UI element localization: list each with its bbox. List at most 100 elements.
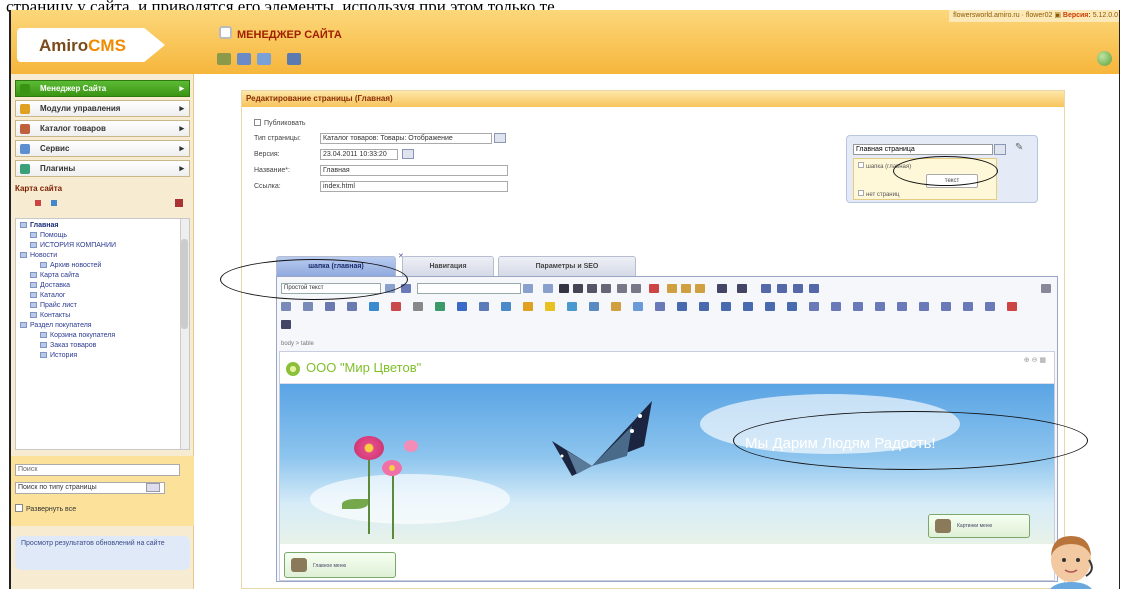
tree-item[interactable]: Раздел покупателя — [18, 321, 189, 331]
block-tools-icon[interactable]: ⊕ ⊖ ▦ — [1024, 356, 1046, 364]
tree-item[interactable]: Прайс лист — [18, 301, 189, 311]
toolbar-button-icon[interactable] — [831, 302, 841, 311]
chevron-down-icon[interactable] — [523, 284, 533, 293]
list-item[interactable]: шапка (главная) — [858, 162, 911, 170]
pages-icon[interactable] — [237, 53, 251, 65]
tree-item[interactable]: История — [18, 351, 189, 361]
tree-item[interactable]: ИСТОРИЯ КОМПАНИИ — [18, 241, 189, 251]
toolbar-button-icon[interactable] — [281, 302, 291, 311]
fullscreen-icon[interactable] — [1041, 284, 1051, 293]
users-icon[interactable] — [257, 53, 271, 65]
map-tool-icon[interactable] — [51, 200, 57, 206]
paste-word-icon[interactable] — [695, 284, 705, 293]
clean-format-icon[interactable] — [649, 284, 659, 293]
publish-option[interactable]: Публиковать — [254, 119, 306, 127]
map-tool-icon[interactable] — [175, 199, 183, 207]
chevron-down-icon[interactable] — [385, 284, 395, 293]
toolbar-button-icon[interactable] — [567, 302, 577, 311]
editor-content[interactable]: ООО "Мир Цветов" ⊕ ⊖ ▦ Мы Дарим Людям Ра… — [279, 351, 1055, 581]
tab-navigation[interactable]: Навигация — [402, 256, 494, 276]
sidebar-menu-item[interactable]: Модули управления ▸ — [15, 100, 190, 117]
paste-text-icon[interactable] — [681, 284, 691, 293]
highlight-color-icon[interactable] — [737, 284, 747, 293]
toolbar-button-icon[interactable] — [589, 302, 599, 311]
toolbar-button-icon[interactable] — [1007, 302, 1017, 311]
format-select[interactable]: Простой текст — [281, 283, 381, 294]
toolbar-button-icon[interactable] — [765, 302, 775, 311]
align-center-icon[interactable] — [777, 284, 787, 293]
toolbar-button-icon[interactable] — [611, 302, 621, 311]
font-size-select[interactable] — [417, 283, 521, 294]
list-item-checkbox[interactable] — [858, 190, 864, 196]
sidebar-menu-item[interactable]: Сервис ▸ — [15, 140, 190, 157]
globe-icon[interactable] — [1097, 51, 1112, 66]
paste-icon[interactable] — [667, 284, 677, 293]
toolbar-button-icon[interactable] — [479, 302, 489, 311]
toolbar-button-icon[interactable] — [523, 302, 533, 311]
toolbar-button-icon[interactable] — [809, 302, 819, 311]
tree-scroll-thumb[interactable] — [181, 239, 188, 329]
toolbar-button-icon[interactable] — [413, 302, 423, 311]
tree-item[interactable]: Доставка — [18, 281, 189, 291]
align-left-icon[interactable] — [761, 284, 771, 293]
toolbar-button-icon[interactable] — [919, 302, 929, 311]
tree-item[interactable]: Корзина покупателя — [18, 331, 189, 341]
tab-seo[interactable]: Параметры и SEO — [498, 256, 636, 276]
chevron-down-icon[interactable] — [994, 144, 1006, 155]
toolbar-button-icon[interactable] — [677, 302, 687, 311]
publish-checkbox[interactable] — [254, 119, 261, 126]
tree-scrollbar[interactable] — [180, 219, 189, 449]
italic-icon[interactable] — [573, 284, 583, 293]
name-field[interactable]: Главная — [320, 165, 508, 176]
tree-item[interactable]: Заказ товаров — [18, 341, 189, 351]
sidebar-menu-item[interactable]: Менеджер Сайта ▸ — [15, 80, 190, 97]
toolbar-button-icon[interactable] — [501, 302, 511, 311]
list-item-checkbox[interactable] — [858, 162, 864, 168]
tree-item[interactable]: Карта сайта — [18, 271, 189, 281]
toolbar-button-icon[interactable] — [985, 302, 995, 311]
search-scope-select[interactable]: Поиск по типу страницы — [15, 482, 165, 494]
align-justify-icon[interactable] — [809, 284, 819, 293]
version-select[interactable]: 23.04.2011 10:33:20 — [320, 149, 398, 160]
toolbar-button-icon[interactable] — [303, 302, 313, 311]
toolbar-button-icon[interactable] — [435, 302, 445, 311]
main-menu-block[interactable]: Главное меню — [284, 552, 396, 578]
toolbar-button-icon[interactable] — [633, 302, 643, 311]
sidebar-menu-item[interactable]: Каталог товаров ▸ — [15, 120, 190, 137]
toolbar-button-icon[interactable] — [457, 302, 467, 311]
site-link[interactable]: flowersworld.amiro.ru — [953, 12, 1020, 19]
chevron-down-icon[interactable] — [402, 149, 414, 159]
map-tool-icon[interactable] — [35, 200, 41, 206]
underline-icon[interactable] — [587, 284, 597, 293]
toolbar-button-icon[interactable] — [369, 302, 379, 311]
bold-icon[interactable] — [559, 284, 569, 293]
sidebar-note[interactable]: Просмотр результатов обновлений на сайте — [15, 536, 190, 570]
page-type-select[interactable]: Каталог товаров: Товары: Отображение — [320, 133, 492, 144]
search-input[interactable]: Поиск — [15, 464, 180, 476]
toolbar-button-icon[interactable] — [721, 302, 731, 311]
toolbar-button-icon[interactable] — [655, 302, 665, 311]
settings-icon[interactable]: ✎ — [1015, 142, 1023, 153]
tree-item[interactable]: Главная — [18, 221, 189, 231]
toolbar-button-icon[interactable] — [743, 302, 753, 311]
superscript-icon[interactable] — [631, 284, 641, 293]
amiro-cms-logo[interactable]: AmiroCMS — [17, 28, 165, 62]
toolbar-button-icon[interactable] — [545, 302, 555, 311]
font-color-icon[interactable] — [717, 284, 727, 293]
toolbar-button-icon[interactable] — [325, 302, 335, 311]
tools-icon[interactable] — [217, 53, 231, 65]
tree-item[interactable]: Помощь — [18, 231, 189, 241]
tree-item[interactable]: Архив новостей — [18, 261, 189, 271]
list-item[interactable]: нет страниц — [858, 190, 899, 198]
tab-header-main[interactable]: шапка (главная) — [276, 256, 396, 276]
toolbar-button-icon[interactable] — [875, 302, 885, 311]
tree-item[interactable]: Каталог — [18, 291, 189, 301]
chevron-down-icon[interactable] — [494, 133, 506, 143]
strikethrough-icon[interactable] — [601, 284, 611, 293]
expand-all-option[interactable]: Развернуть все — [15, 504, 76, 513]
toolbar-button-icon[interactable] — [897, 302, 907, 311]
toolbar-button-icon[interactable] — [347, 302, 357, 311]
toolbar-button-icon[interactable] — [787, 302, 797, 311]
link-field[interactable]: index.html — [320, 181, 508, 192]
align-right-icon[interactable] — [793, 284, 803, 293]
